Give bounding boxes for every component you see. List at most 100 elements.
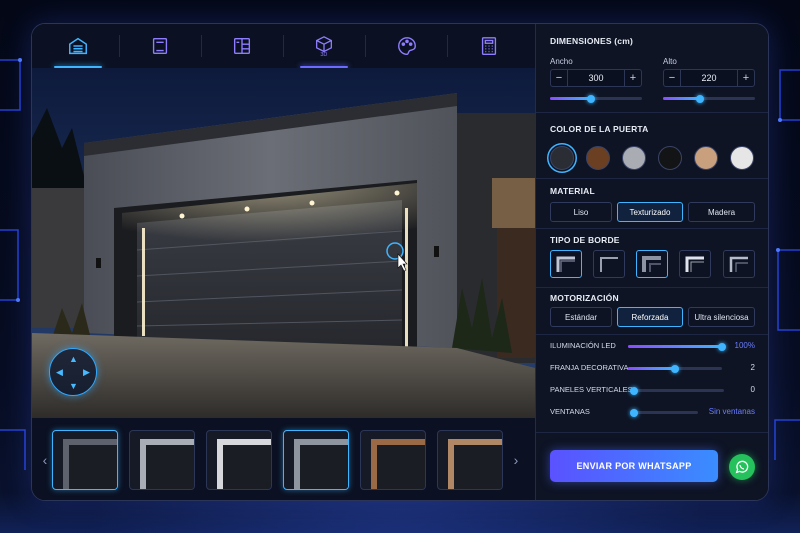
dimensions-title: DIMENSIONES (cm) bbox=[550, 36, 634, 46]
width-slider[interactable] bbox=[550, 94, 642, 103]
height-plus-button[interactable]: + bbox=[738, 72, 754, 84]
svg-text:3D: 3D bbox=[321, 52, 328, 57]
tab-calculator[interactable] bbox=[461, 24, 517, 68]
thumbnail-5[interactable] bbox=[360, 430, 426, 490]
tab-layout[interactable] bbox=[214, 24, 270, 68]
panels-label: PANELES VERTICALES bbox=[550, 385, 633, 394]
motor-title: MOTORIZACIÓN bbox=[550, 293, 619, 303]
panels-slider[interactable] bbox=[630, 386, 724, 395]
arrow-left-icon[interactable]: ◀ bbox=[56, 368, 63, 377]
color-swatch-4[interactable] bbox=[658, 146, 682, 170]
stripe-slider-knob[interactable] bbox=[671, 364, 679, 373]
color-swatch-1[interactable] bbox=[550, 146, 574, 170]
width-slider-knob[interactable] bbox=[587, 94, 596, 103]
thumbnail-3[interactable] bbox=[206, 430, 272, 490]
windows-value: Sin ventanas bbox=[708, 407, 755, 416]
led-slider-knob[interactable] bbox=[718, 342, 726, 351]
windows-slider-row: VENTANAS Sin ventanas bbox=[550, 406, 755, 420]
material-option-texturizado[interactable]: Texturizado bbox=[617, 202, 683, 222]
panels-slider-row: PANELES VERTICALES 0 bbox=[550, 384, 755, 398]
panels-slider-knob[interactable] bbox=[630, 386, 638, 395]
thumbs-next-icon[interactable]: › bbox=[509, 452, 523, 468]
color-section: COLOR DE LA PUERTA bbox=[550, 124, 756, 174]
motor-option-reforzada[interactable]: Reforzada bbox=[617, 307, 683, 327]
arrow-up-icon[interactable]: ▲ bbox=[69, 355, 78, 364]
windows-slider[interactable] bbox=[630, 408, 698, 417]
color-swatch-5[interactable] bbox=[694, 146, 718, 170]
stripe-label: FRANJA DECORATIVA bbox=[550, 363, 629, 372]
color-swatch-2[interactable] bbox=[586, 146, 610, 170]
color-swatch-3[interactable] bbox=[622, 146, 646, 170]
led-slider-row: ILUMINACIÓN LED 100% bbox=[550, 340, 755, 354]
garage-3d-view[interactable] bbox=[32, 68, 535, 418]
color-title: COLOR DE LA PUERTA bbox=[550, 124, 649, 134]
panels-value: 0 bbox=[750, 385, 755, 394]
windows-label: VENTANAS bbox=[550, 407, 590, 416]
border-profile-icon bbox=[600, 257, 618, 272]
dimensions-section: DIMENSIONES (cm) Ancho Alto − 300 + − 22… bbox=[550, 36, 756, 116]
whatsapp-icon[interactable] bbox=[729, 454, 755, 480]
border-profile-icon bbox=[729, 256, 748, 272]
arrow-down-icon[interactable]: ▼ bbox=[69, 382, 78, 391]
height-minus-button[interactable]: − bbox=[664, 72, 680, 84]
width-plus-button[interactable]: + bbox=[625, 72, 641, 84]
palette-icon bbox=[397, 37, 416, 55]
height-slider[interactable] bbox=[663, 94, 755, 103]
stripe-slider[interactable] bbox=[628, 364, 722, 373]
garage-icon bbox=[69, 37, 88, 55]
model-thumbnails: ‹ › bbox=[32, 418, 535, 500]
stripe-slider-row: FRANJA DECORATIVA 2 bbox=[550, 362, 755, 376]
thumbnail-2[interactable] bbox=[129, 430, 195, 490]
top-nav: 3D bbox=[32, 24, 535, 68]
border-option-4[interactable] bbox=[679, 250, 711, 278]
thumbs-prev-icon[interactable]: ‹ bbox=[38, 452, 52, 468]
configurator-window: 3D ▲ ▼ ◀ ▶ ‹ › DIMENSIONES (cm) Ancho Al… bbox=[31, 23, 769, 501]
height-value[interactable]: 220 bbox=[680, 70, 738, 86]
material-option-madera[interactable]: Madera bbox=[688, 202, 755, 222]
width-stepper[interactable]: − 300 + bbox=[550, 69, 642, 87]
border-title: TIPO DE BORDE bbox=[550, 235, 620, 245]
windows-slider-knob[interactable] bbox=[630, 408, 638, 417]
motor-option-estandar[interactable]: Estándar bbox=[550, 307, 612, 327]
tab-3d[interactable]: 3D bbox=[296, 24, 352, 68]
border-section: TIPO DE BORDE bbox=[550, 235, 756, 283]
border-option-1[interactable] bbox=[550, 250, 582, 278]
camera-joystick[interactable]: ▲ ▼ ◀ ▶ bbox=[49, 348, 97, 396]
tab-garage[interactable] bbox=[50, 24, 106, 68]
calculator-icon bbox=[481, 37, 496, 55]
color-swatch-6[interactable] bbox=[730, 146, 754, 170]
config-panel: DIMENSIONES (cm) Ancho Alto − 300 + − 22… bbox=[535, 24, 768, 500]
height-stepper[interactable]: − 220 + bbox=[663, 69, 755, 87]
border-profile-icon bbox=[685, 256, 704, 272]
material-section: MATERIAL Liso Texturizado Madera bbox=[550, 186, 756, 226]
width-label: Ancho bbox=[550, 57, 573, 66]
border-option-5[interactable] bbox=[723, 250, 755, 278]
led-slider[interactable] bbox=[628, 342, 726, 351]
thumbnail-6[interactable] bbox=[437, 430, 503, 490]
material-title: MATERIAL bbox=[550, 186, 595, 196]
border-option-3[interactable] bbox=[636, 250, 668, 278]
tab-door[interactable] bbox=[132, 24, 188, 68]
send-whatsapp-button[interactable]: ENVIAR POR WHATSAPP bbox=[550, 450, 718, 482]
led-value: 100% bbox=[734, 341, 755, 350]
thumbnail-1[interactable] bbox=[52, 430, 118, 490]
motor-section: MOTORIZACIÓN Estándar Reforzada Ultra si… bbox=[550, 293, 756, 333]
material-option-liso[interactable]: Liso bbox=[550, 202, 612, 222]
cube-3d-icon: 3D bbox=[316, 36, 333, 57]
door-panel-icon bbox=[153, 37, 168, 55]
led-label: ILUMINACIÓN LED bbox=[550, 341, 616, 350]
arrow-right-icon[interactable]: ▶ bbox=[83, 368, 90, 377]
thumbnail-4[interactable] bbox=[283, 430, 349, 490]
motor-option-ultra-silenciosa[interactable]: Ultra silenciosa bbox=[688, 307, 755, 327]
feature-sliders: ILUMINACIÓN LED 100% FRANJA DECORATIVA 2… bbox=[550, 340, 756, 430]
tab-palette[interactable] bbox=[379, 24, 435, 68]
layout-icon bbox=[234, 37, 251, 55]
viewer-area: 3D ▲ ▼ ◀ ▶ ‹ › bbox=[32, 24, 535, 500]
border-profile-icon bbox=[556, 256, 575, 272]
border-option-2[interactable] bbox=[593, 250, 625, 278]
width-minus-button[interactable]: − bbox=[551, 72, 567, 84]
height-label: Alto bbox=[663, 57, 677, 66]
width-value[interactable]: 300 bbox=[567, 70, 625, 86]
stripe-value: 2 bbox=[750, 363, 755, 372]
height-slider-knob[interactable] bbox=[695, 94, 704, 103]
